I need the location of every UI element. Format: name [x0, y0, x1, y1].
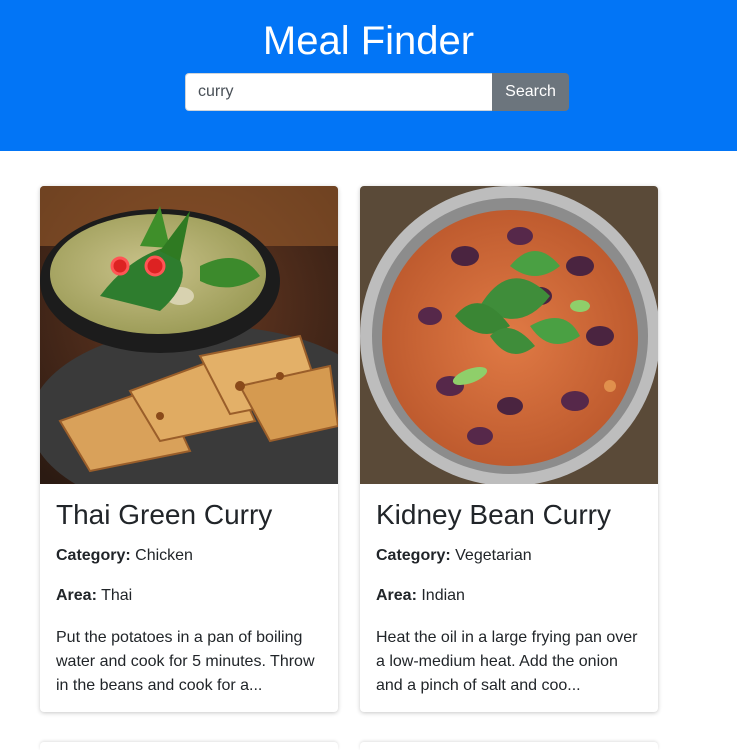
meal-title[interactable]: Kidney Bean Curry	[376, 498, 642, 532]
meal-description: Heat the oil in a large frying pan over …	[376, 629, 638, 694]
search-form: Search	[185, 73, 569, 111]
area-label: Area:	[376, 587, 417, 604]
area-value: Indian	[421, 587, 465, 604]
meal-card[interactable]: Thai Green Curry Category: Chicken Area:…	[40, 186, 338, 712]
area-value: Thai	[101, 587, 133, 604]
search-button[interactable]: Search	[492, 73, 569, 111]
category-label: Category:	[56, 547, 131, 564]
card-body: Kidney Bean Curry Category: Vegetarian A…	[360, 484, 658, 698]
category-label: Category:	[376, 547, 451, 564]
area-label: Area:	[56, 587, 97, 604]
meal-title[interactable]: Thai Green Curry	[56, 498, 322, 532]
meal-image[interactable]	[360, 186, 658, 484]
header: Meal Finder Search	[0, 0, 737, 151]
meal-description: Put the potatoes in a pan of boiling wat…	[56, 629, 315, 694]
next-meal-card-edge	[360, 742, 658, 750]
category-value: Chicken	[135, 547, 193, 564]
meal-image[interactable]	[40, 186, 338, 484]
meal-category: Category: Chicken	[56, 546, 322, 566]
meal-area: Area: Indian	[376, 586, 642, 606]
app-title: Meal Finder	[262, 19, 475, 63]
meal-category: Category: Vegetarian	[376, 546, 642, 566]
card-body: Thai Green Curry Category: Chicken Area:…	[40, 484, 338, 698]
search-input[interactable]	[185, 73, 492, 111]
next-meal-card-edge	[40, 742, 338, 750]
meal-area: Area: Thai	[56, 586, 322, 606]
category-value: Vegetarian	[455, 547, 532, 564]
meal-card[interactable]: Kidney Bean Curry Category: Vegetarian A…	[360, 186, 658, 712]
